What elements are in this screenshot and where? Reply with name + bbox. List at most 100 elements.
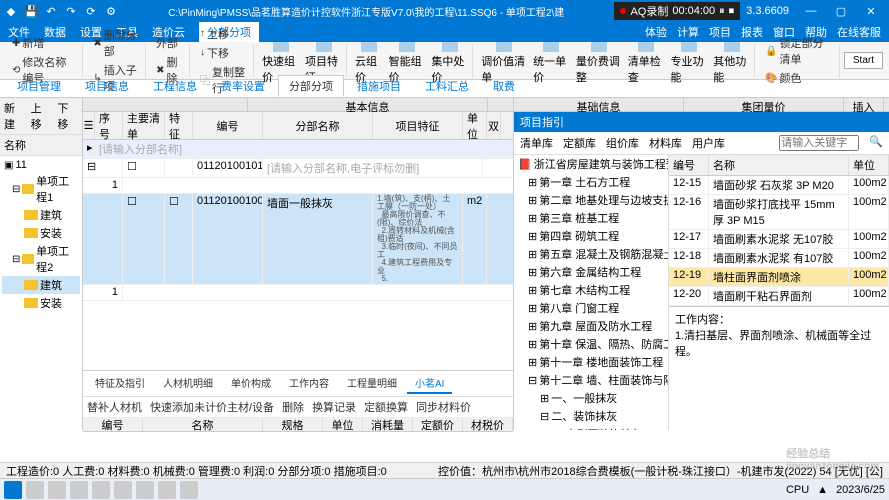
unify-button[interactable]: 统一单价 — [533, 36, 570, 85]
rp-tab-group[interactable]: 组价库 — [606, 135, 639, 151]
rp-list-row[interactable]: 12-20墙面刷干粘石界面剂100m2 — [669, 287, 889, 306]
tree-item[interactable]: 安装 — [2, 294, 80, 312]
tab-measure[interactable]: 措施项目 — [346, 75, 412, 97]
rp-list-row[interactable]: 12-16墙面砂浆打底找平 15mm厚 3P M15100m2 — [669, 195, 889, 230]
new-button[interactable]: ✚ 新增 — [10, 34, 78, 52]
pause-icon[interactable]: ⏸ — [719, 5, 725, 18]
up-button[interactable]: ↑ 上移 — [198, 25, 249, 43]
btab-work[interactable]: 工作内容 — [281, 373, 337, 394]
btab-ai[interactable]: 小茗AI — [407, 373, 452, 394]
btab-price[interactable]: 单价构成 — [223, 373, 279, 394]
tab-material[interactable]: 工料汇总 — [414, 75, 480, 97]
settings-icon[interactable]: ⚙ — [104, 4, 118, 18]
grid-row[interactable]: ▸[请输入分部名称] — [83, 140, 513, 159]
rp-ch[interactable]: ⊞ 第七章 木结构工程 — [514, 281, 668, 299]
start-menu[interactable] — [4, 481, 22, 499]
tree-item-selected[interactable]: 建筑 — [2, 276, 80, 294]
rp-book[interactable]: 📕 浙江省房屋建筑与装饰工程预算定额 (2018版) — [514, 155, 668, 173]
rp-sub[interactable]: ⊞ 一、一般抹灰 — [514, 389, 668, 407]
grid-row-selected[interactable]: ☐☐ 011201001001 墙面一般抹灰 1.墙(筑)、支(柄)、土工膜（一… — [83, 194, 513, 285]
taskbar-app[interactable] — [48, 481, 66, 499]
menu-support[interactable]: 在线客服 — [837, 24, 881, 40]
taskbar-app[interactable] — [114, 481, 132, 499]
grid-row[interactable]: 1 — [83, 178, 513, 194]
rp-list-row[interactable]: 12-18墙面刷素水泥浆 有107胶100m2 — [669, 249, 889, 268]
down-button[interactable]: ↓ 下移 — [198, 44, 249, 62]
rp-ch[interactable]: ⊟ 第十二章 墙、柱面装饰与隔断、幕墙工程 — [514, 371, 668, 389]
maximize-button[interactable]: ▢ — [827, 5, 855, 18]
rp-ch[interactable]: ⊞ 第五章 混凝土及钢筋混凝土工程 — [514, 245, 668, 263]
rp-ch[interactable]: ⊞ 第三章 桩基工程 — [514, 209, 668, 227]
redo-icon[interactable]: ↷ — [64, 4, 78, 18]
rp-tab-mat[interactable]: 材料库 — [649, 135, 682, 151]
search-icon[interactable]: 🔍 — [869, 135, 883, 151]
lock-button[interactable]: 🔒 锁定部分清单 — [763, 34, 835, 68]
taskbar-app[interactable] — [70, 481, 88, 499]
btb-sub[interactable]: 替补人材机 — [87, 399, 142, 415]
save-icon[interactable]: 💾 — [24, 4, 38, 18]
tree-item[interactable]: ⊟单项工程1 — [2, 172, 80, 206]
ext-button[interactable]: 外部 — [154, 34, 185, 52]
tab-eng-info[interactable]: 工程信息 — [142, 75, 208, 97]
taskbar-app[interactable] — [158, 481, 176, 499]
btb-sync[interactable]: 同步材料价 — [416, 399, 471, 415]
rp-sub[interactable]: ⊟ 二、装饰抹灰 — [514, 407, 668, 425]
btab-qty[interactable]: 工程量明细 — [339, 373, 405, 394]
rp-ch[interactable]: ⊞ 第十一章 楼地面装饰工程 — [514, 353, 668, 371]
pro-button[interactable]: 专业功能 — [671, 36, 708, 85]
rp-ch[interactable]: ⊞ 第四章 砌筑工程 — [514, 227, 668, 245]
rp-ch[interactable]: ⊞ 第十章 保温、隔热、防腐工程 — [514, 335, 668, 353]
rp-ch[interactable]: ⊞ 第一章 土石方工程 — [514, 173, 668, 191]
del-branch-button[interactable]: ✖ 删除分部 — [91, 26, 141, 60]
tree-item[interactable]: 安装 — [2, 224, 80, 242]
stop-icon[interactable]: ⏹ — [729, 5, 735, 18]
rp-ch[interactable]: ⊞ 第二章 地基处理与边坡支护工程 — [514, 191, 668, 209]
tree-item[interactable]: ⊟单项工程2 — [2, 242, 80, 276]
tree-root[interactable]: ▣ 11 — [2, 158, 80, 172]
btb-conv[interactable]: 定额换算 — [364, 399, 408, 415]
tab-rate[interactable]: 费率设置 — [210, 75, 276, 97]
btb-rec[interactable]: 换算记录 — [312, 399, 356, 415]
color-button[interactable]: 🎨 颜色 — [763, 69, 835, 87]
btab-rcj[interactable]: 人材机明细 — [155, 373, 221, 394]
refresh-icon[interactable]: ⟳ — [84, 4, 98, 18]
btb-add[interactable]: 快速添加未计价主材/设备 — [150, 399, 274, 415]
grid-row[interactable]: ⊟☐ 011201001013 [请输入分部名称,电子评标勿删] — [83, 159, 513, 178]
btab-feat[interactable]: 特征及指引 — [87, 373, 153, 394]
tree-down[interactable]: 下移 — [57, 100, 78, 132]
rp-sub[interactable]: (1)水刷面装饰抹灰 — [514, 425, 668, 430]
tab-proj-info[interactable]: 项目信息 — [74, 75, 140, 97]
rp-tab-user[interactable]: 用户库 — [692, 135, 725, 151]
tree-up[interactable]: 上移 — [31, 100, 52, 132]
rp-list-row[interactable]: 12-17墙面刷素水泥浆 无107胶100m2 — [669, 230, 889, 249]
minimize-button[interactable]: — — [797, 5, 825, 18]
tab-proj-mgmt[interactable]: 项目管理 — [6, 75, 72, 97]
calc-button[interactable]: 量价费调整 — [576, 36, 622, 85]
taskbar-app[interactable] — [26, 481, 44, 499]
rp-ch[interactable]: ⊞ 第六章 金属结构工程 — [514, 263, 668, 281]
start-button[interactable]: Start — [844, 52, 883, 69]
grid-row[interactable]: 1 — [83, 285, 513, 301]
tree-item[interactable]: 建筑 — [2, 206, 80, 224]
tree-new[interactable]: 新建 — [4, 100, 25, 132]
rp-ch[interactable]: ⊞ 第九章 屋面及防水工程 — [514, 317, 668, 335]
other-button[interactable]: 其他功能 — [713, 36, 750, 85]
close-button[interactable]: ✕ — [857, 5, 885, 18]
tab-fee[interactable]: 取费 — [482, 75, 526, 97]
undo-icon[interactable]: ↶ — [44, 4, 58, 18]
grid-expand[interactable]: ☰ — [83, 112, 95, 139]
tray-icon[interactable]: ▲ — [817, 484, 828, 496]
insert-button[interactable]: 插入 — [844, 98, 884, 111]
rp-ch[interactable]: ⊞ 第八章 门窗工程 — [514, 299, 668, 317]
taskbar-app[interactable] — [136, 481, 154, 499]
rp-list-row[interactable]: 12-19墙柱面界面剂喷涂100m2 — [669, 268, 889, 287]
tab-section[interactable]: 分部分项 — [278, 75, 344, 97]
taskbar-app[interactable] — [92, 481, 110, 499]
check-button[interactable]: 清单检查 — [628, 36, 665, 85]
rp-list-row[interactable]: 12-15墙面砂浆 石灰浆 3P M20100m2 — [669, 176, 889, 195]
rp-tab-list[interactable]: 清单库 — [520, 135, 553, 151]
rp-search-input[interactable] — [779, 135, 859, 151]
rp-tab-quota[interactable]: 定额库 — [563, 135, 596, 151]
btb-del[interactable]: 删除 — [282, 399, 304, 415]
taskbar-app[interactable] — [180, 481, 198, 499]
